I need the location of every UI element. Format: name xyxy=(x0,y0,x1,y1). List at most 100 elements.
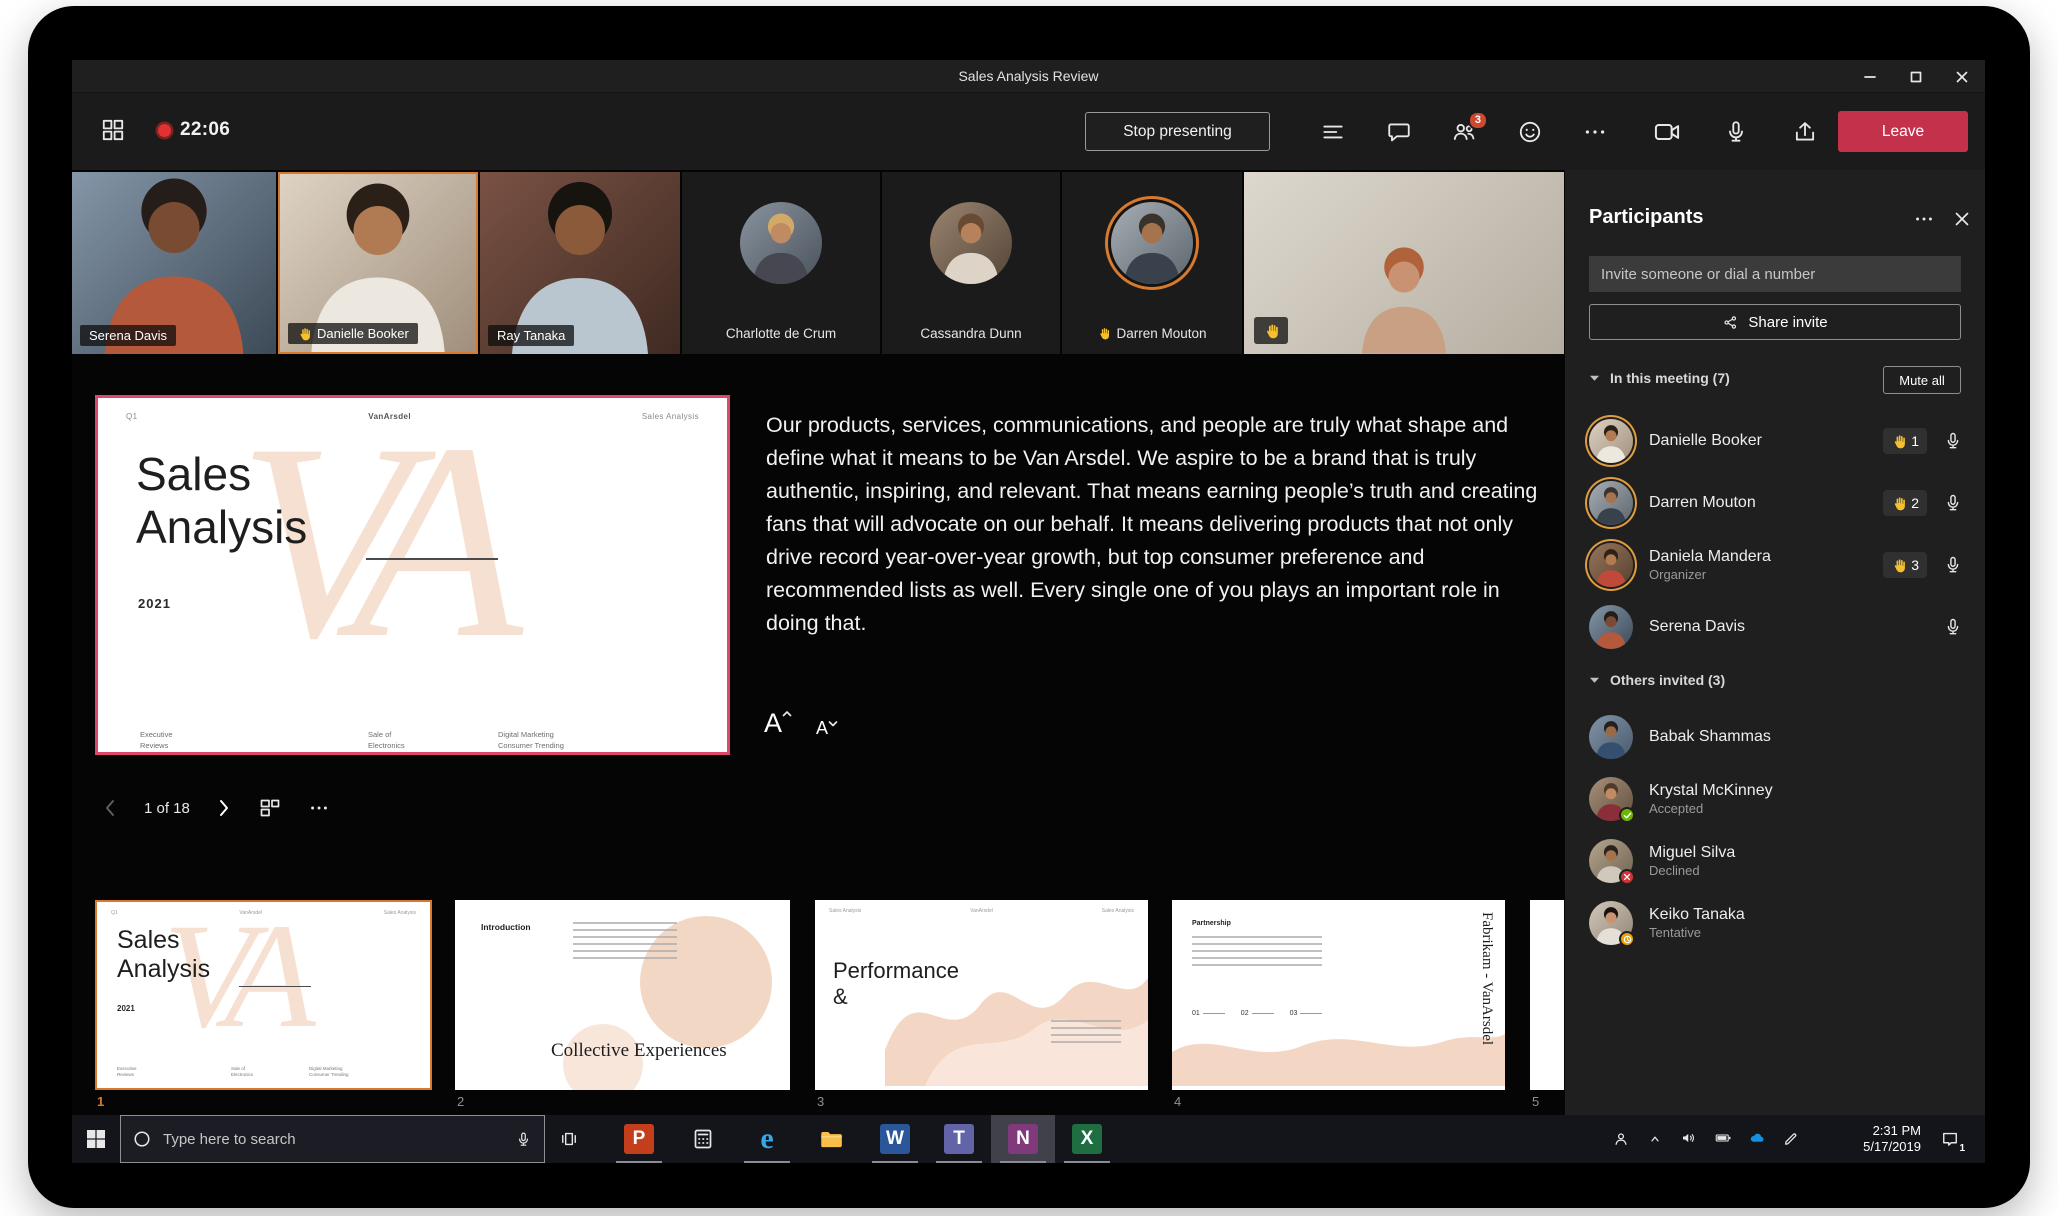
close-panel-icon[interactable] xyxy=(1953,208,1971,230)
mic-icon[interactable] xyxy=(1941,491,1965,515)
invitee-row[interactable]: Miguel Silva Declined xyxy=(1565,830,1985,892)
mic-icon[interactable] xyxy=(1941,553,1965,577)
avatar-tile[interactable]: Darren Mouton xyxy=(1062,172,1242,354)
slide-thumbnail-5[interactable] xyxy=(1530,900,1564,1090)
avatar xyxy=(1589,481,1633,525)
onenote-taskbar-icon[interactable]: N xyxy=(991,1115,1055,1163)
close-button[interactable] xyxy=(1939,60,1985,93)
avatar xyxy=(1589,901,1635,947)
avatar-tile[interactable]: Charlotte de Crum xyxy=(682,172,880,354)
action-center-icon[interactable]: 1 xyxy=(1927,1115,1973,1163)
taskbar-clock[interactable]: 2:31 PM 5/17/2019 xyxy=(1863,1115,1921,1163)
volume-icon[interactable] xyxy=(1680,1129,1698,1150)
invitee-row[interactable]: Babak Shammas xyxy=(1565,706,1985,768)
raised-hand-badge: 2 xyxy=(1883,490,1927,516)
maximize-button[interactable] xyxy=(1893,60,1939,93)
next-slide-icon[interactable] xyxy=(216,798,232,818)
slide-thumbnail-2[interactable]: Introduction Collective Experiences xyxy=(455,900,790,1090)
placeholder-text-lines xyxy=(573,922,677,960)
presented-slide-frame: Q1 VanArsdel Sales Analysis VA Sales Anal… xyxy=(95,395,730,755)
in-meeting-section-header[interactable]: In this meeting (7) xyxy=(1589,370,1730,386)
participant-role: Organizer xyxy=(1649,567,1707,582)
teams-taskbar-icon[interactable]: T xyxy=(927,1115,991,1163)
mic-icon[interactable] xyxy=(1941,429,1965,453)
panel-more-options-icon[interactable] xyxy=(1913,208,1935,230)
leave-button[interactable]: Leave xyxy=(1838,111,1968,152)
decrease-font-button[interactable]: A xyxy=(816,718,838,739)
windows-taskbar: P e W T N X 2:31 PM 5/17/2019 1 xyxy=(72,1115,1985,1163)
participants-panel: Participants Share invite In this meetin… xyxy=(1565,170,1985,1115)
slide-thumbnail-3[interactable]: Sales Analysis VanArsdel Sales Analysis Pe… xyxy=(815,900,1148,1090)
edge-taskbar-icon[interactable]: e xyxy=(735,1115,799,1163)
share-screen-icon[interactable] xyxy=(1790,117,1820,147)
camera-icon[interactable] xyxy=(1652,117,1682,147)
stop-presenting-button[interactable]: Stop presenting xyxy=(1085,112,1270,151)
reactions-icon[interactable] xyxy=(1515,117,1545,147)
increase-font-button[interactable]: A xyxy=(764,708,792,739)
gallery-view-icon[interactable] xyxy=(100,117,126,143)
slide-body-text: Our products, services, communications, … xyxy=(766,413,1538,635)
thumbnail-number: 1 xyxy=(97,1094,105,1109)
calculator-taskbar-icon[interactable] xyxy=(671,1115,735,1163)
video-tile[interactable] xyxy=(1244,172,1564,354)
powerpoint-taskbar-icon[interactable]: P xyxy=(607,1115,671,1163)
participant-row[interactable]: Danielle Booker 1 xyxy=(1565,410,1985,472)
search-mic-icon[interactable] xyxy=(515,1131,532,1148)
video-tile[interactable]: Danielle Booker xyxy=(278,172,478,354)
mute-all-button[interactable]: Mute all xyxy=(1883,366,1961,394)
more-slide-options-icon[interactable] xyxy=(308,797,330,819)
video-tile[interactable]: Serena Davis xyxy=(72,172,276,354)
record-dot-icon xyxy=(158,123,171,137)
raised-hand-icon xyxy=(297,327,311,341)
taskbar-search[interactable] xyxy=(120,1115,545,1163)
chat-icon[interactable] xyxy=(1384,117,1414,147)
onedrive-icon[interactable] xyxy=(1748,1129,1766,1150)
more-options-icon[interactable] xyxy=(1580,117,1610,147)
participant-row[interactable]: Serena Davis xyxy=(1565,596,1985,658)
slide-thumbnail-1[interactable]: Q1 VanArsdel Sales Analysis VA Sales Analys… xyxy=(95,900,432,1090)
name-label: Ray Tanaka xyxy=(488,325,575,346)
mic-icon[interactable] xyxy=(1721,117,1751,147)
previous-slide-icon[interactable] xyxy=(102,798,118,818)
raised-hand-icon xyxy=(1891,558,1906,573)
raised-hand-icon xyxy=(1263,323,1279,339)
word-taskbar-icon[interactable]: W xyxy=(863,1115,927,1163)
folder-icon xyxy=(821,1131,842,1148)
share-invite-button[interactable]: Share invite xyxy=(1589,304,1961,340)
minimize-button[interactable] xyxy=(1847,60,1893,93)
invitee-row[interactable]: Keiko Tanaka Tentative xyxy=(1565,892,1985,954)
participant-row[interactable]: Daniela Mandera Organizer 3 xyxy=(1565,534,1985,596)
invite-input[interactable] xyxy=(1589,256,1961,292)
chevron-down-icon xyxy=(1589,375,1600,381)
invitee-status: Accepted xyxy=(1649,801,1704,816)
slide-thumbnail-4[interactable]: Partnership 01 02 03 Fabrikam - VanArsde… xyxy=(1172,900,1505,1090)
window-titlebar: Sales Analysis Review xyxy=(72,60,1985,93)
invitee-row[interactable]: Krystal McKinney Accepted xyxy=(1565,768,1985,830)
raised-hand-badge xyxy=(1254,317,1288,344)
avatar-tile[interactable]: Cassandra Dunn xyxy=(882,172,1060,354)
recording-indicator: 22:06 xyxy=(158,119,230,141)
task-view-icon[interactable] xyxy=(545,1115,593,1163)
start-button[interactable] xyxy=(72,1115,120,1163)
mic-icon[interactable] xyxy=(1941,615,1965,639)
clock-time: 2:31 PM xyxy=(1872,1123,1921,1138)
meeting-toolbar: 22:06 Stop presenting 3 Leave xyxy=(72,93,1985,170)
video-tile[interactable]: Ray Tanaka xyxy=(480,172,680,354)
battery-icon[interactable] xyxy=(1714,1129,1732,1150)
windows-ink-pen-icon[interactable] xyxy=(1782,1130,1800,1148)
excel-taskbar-icon[interactable]: X xyxy=(1055,1115,1119,1163)
others-invited-section-header[interactable]: Others invited (3) xyxy=(1589,672,1725,688)
name-label: Danielle Booker xyxy=(288,323,418,344)
slide-grid-view-icon[interactable] xyxy=(258,796,282,820)
participant-row[interactable]: Darren Mouton 2 xyxy=(1565,472,1985,534)
search-input[interactable] xyxy=(163,1130,503,1148)
thumbnail-number: 2 xyxy=(457,1094,465,1109)
people-tray-icon[interactable] xyxy=(1612,1130,1630,1148)
raised-hand-icon xyxy=(1891,434,1906,449)
window-title: Sales Analysis Review xyxy=(958,68,1099,84)
file-explorer-taskbar-icon[interactable] xyxy=(799,1115,863,1163)
participants-icon[interactable]: 3 xyxy=(1449,111,1488,147)
participant-video xyxy=(1244,172,1564,354)
show-hidden-icons-chevron[interactable] xyxy=(1646,1130,1664,1148)
rollcall-icon[interactable] xyxy=(1318,117,1348,147)
